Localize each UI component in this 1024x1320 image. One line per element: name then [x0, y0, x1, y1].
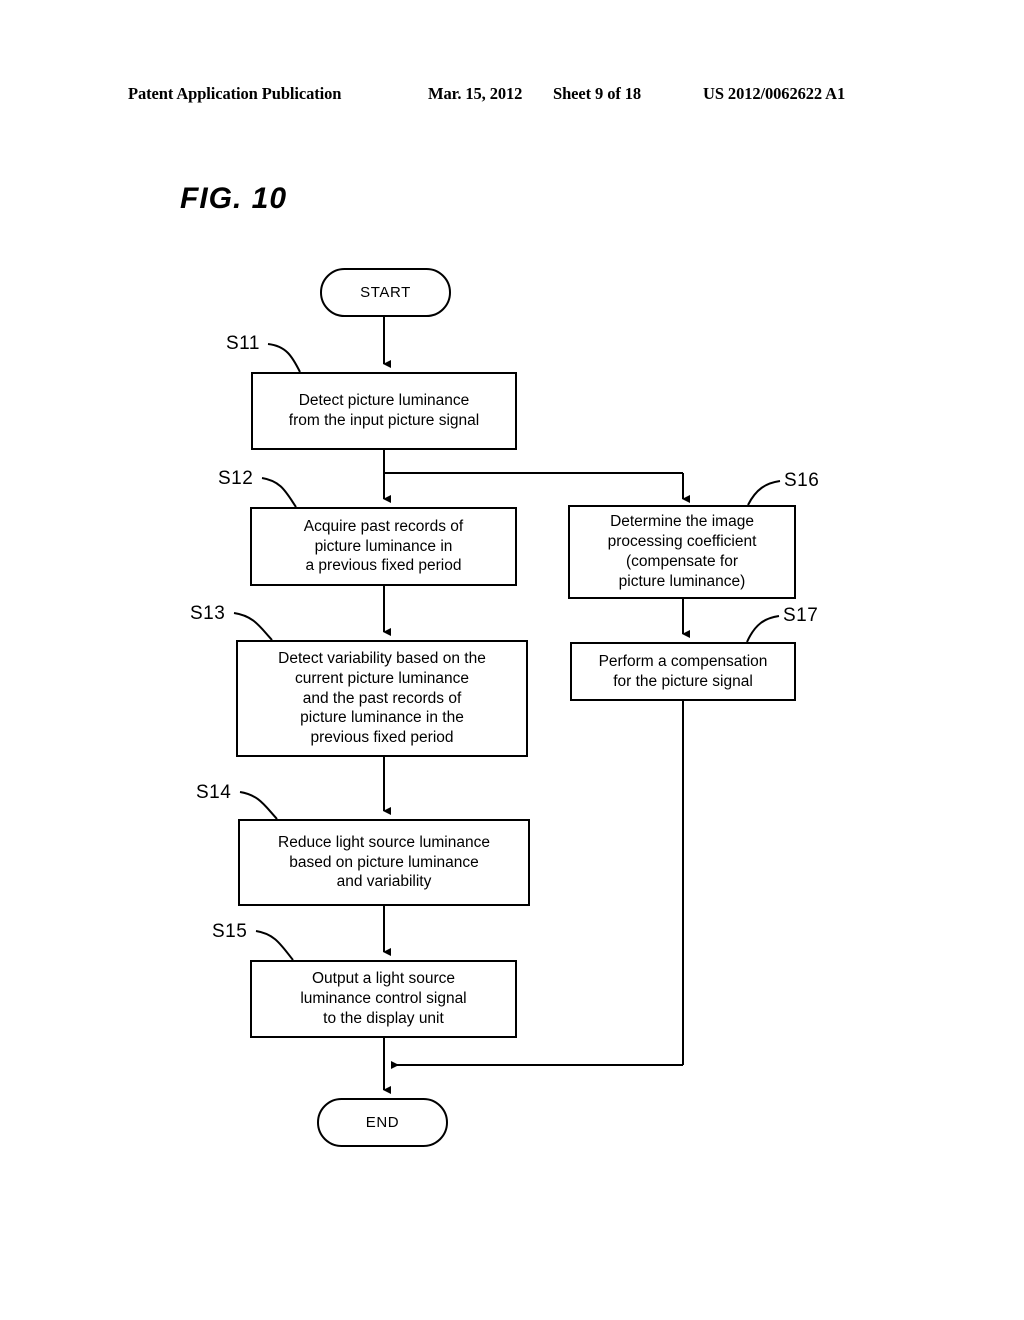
step-ref-label-s15: S15 — [212, 921, 248, 942]
flow-node-s16-text: Determine the image processing coefficien… — [607, 513, 757, 590]
flow-node-s15: Output a light source luminance control s… — [250, 960, 517, 1038]
flow-node-s12: Acquire past records of picture luminance… — [250, 507, 517, 586]
flow-node-start: START — [320, 268, 451, 317]
flow-node-end-label: END — [365, 1114, 400, 1131]
flow-node-s13: Detect variability based on the current p… — [236, 640, 528, 757]
flow-node-s12-text: Acquire past records of picture luminance… — [303, 517, 464, 575]
flow-node-s11-text: Detect picture luminance from the input p… — [288, 392, 480, 429]
flow-node-start-label: START — [360, 284, 411, 301]
step-ref-label-s11: S11 — [226, 333, 260, 354]
step-ref-label-s12: S12 — [218, 468, 254, 489]
flow-node-s13-text: Detect variability based on the current p… — [278, 649, 486, 747]
step-ref-label-s13: S13 — [190, 603, 226, 624]
step-ref-label-s14: S14 — [196, 782, 232, 803]
flow-node-end: END — [317, 1098, 448, 1147]
flow-node-s15-text: Output a light source luminance control s… — [300, 970, 467, 1027]
flow-node-s14-text: Reduce light source luminance based on pi… — [278, 833, 490, 891]
step-ref-label-s16: S16 — [784, 470, 820, 491]
flow-node-s16: Determine the image processing coefficien… — [568, 505, 796, 599]
step-ref-label-s17: S17 — [783, 605, 819, 626]
flow-node-s17: Perform a compensation for the picture si… — [570, 642, 796, 701]
flow-node-s17-text: Perform a compensation for the picture si… — [598, 652, 768, 690]
flow-node-s11: Detect picture luminance from the input p… — [251, 372, 517, 450]
flow-node-s14: Reduce light source luminance based on pi… — [238, 819, 530, 906]
